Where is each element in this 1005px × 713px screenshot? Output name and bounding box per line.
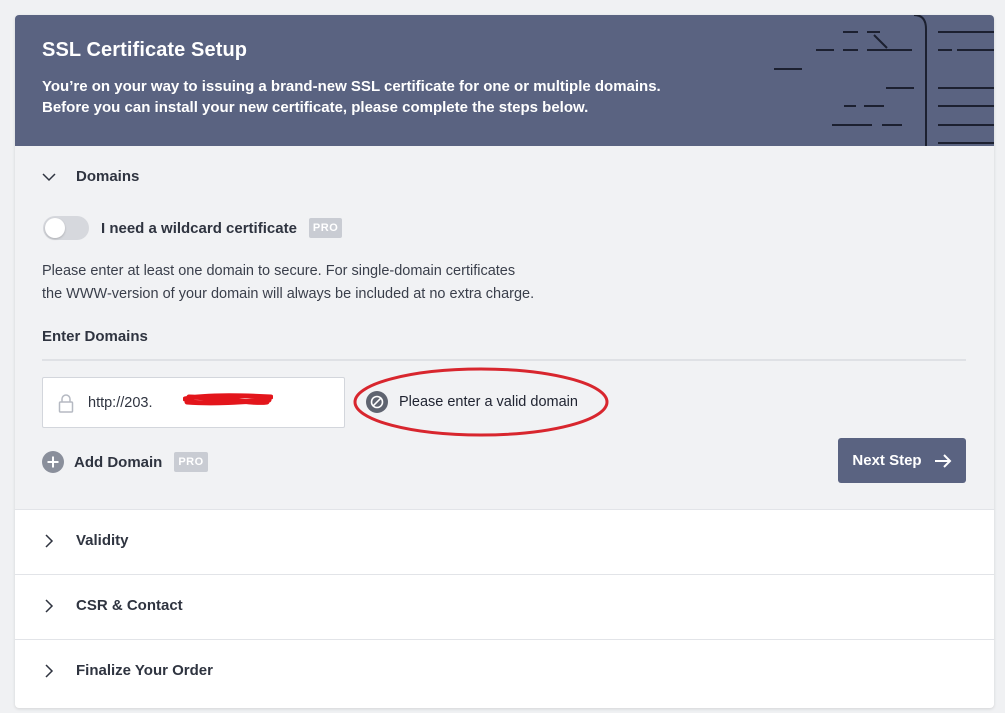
decorative-lines-graphic [774, 15, 994, 146]
error-message-row: Please enter a valid domain [366, 391, 578, 413]
wildcard-row: I need a wildcard certificate PRO [43, 216, 343, 240]
domains-section-title: Domains [76, 168, 140, 185]
red-redaction-scribble [183, 393, 273, 406]
validity-section-header[interactable]: Validity [42, 532, 129, 549]
csr-contact-section[interactable]: CSR & Contact [15, 575, 994, 640]
domains-info-text: Please enter at least one domain to secu… [42, 260, 642, 306]
chevron-right-icon [45, 533, 54, 548]
domains-section: Domains I need a wildcard certificate PR… [15, 146, 994, 510]
next-step-button[interactable]: Next Step [838, 438, 966, 483]
plus-circle-icon [42, 451, 64, 473]
csr-section-header[interactable]: CSR & Contact [42, 597, 183, 614]
info-line-2: the WWW-version of your domain will alwa… [42, 286, 535, 302]
add-domain-button[interactable]: Add Domain PRO [42, 451, 208, 473]
next-step-label: Next Step [852, 452, 922, 469]
add-domain-label: Add Domain [74, 453, 163, 471]
toggle-knob [45, 218, 65, 238]
validity-section[interactable]: Validity [15, 510, 994, 575]
ban-icon [366, 391, 388, 413]
info-line-1: Please enter at least one domain to secu… [42, 263, 516, 279]
arrow-right-icon [934, 453, 952, 468]
chevron-down-icon [42, 172, 56, 181]
finalize-order-section[interactable]: Finalize Your Order [15, 640, 994, 705]
add-domain-pro-badge: PRO [174, 452, 208, 472]
csr-section-title: CSR & Contact [76, 597, 183, 614]
error-text: Please enter a valid domain [399, 394, 578, 410]
finalize-section-header[interactable]: Finalize Your Order [42, 662, 213, 679]
chevron-right-icon [45, 598, 54, 613]
wildcard-toggle[interactable] [43, 216, 89, 240]
wildcard-label: I need a wildcard certificate [101, 219, 297, 237]
ssl-setup-card: SSL Certificate Setup You’re on your way… [15, 15, 994, 708]
validity-section-title: Validity [76, 532, 129, 549]
domains-section-header[interactable]: Domains [42, 168, 139, 185]
section-divider [42, 359, 966, 361]
chevron-right-icon [45, 663, 54, 678]
validation-error: Please enter a valid domain [352, 366, 610, 438]
domain-field[interactable] [42, 377, 345, 428]
enter-domains-label: Enter Domains [42, 328, 148, 345]
pro-badge: PRO [308, 218, 343, 238]
finalize-section-title: Finalize Your Order [76, 662, 213, 679]
setup-header: SSL Certificate Setup You’re on your way… [15, 15, 994, 146]
lock-icon [58, 393, 74, 413]
